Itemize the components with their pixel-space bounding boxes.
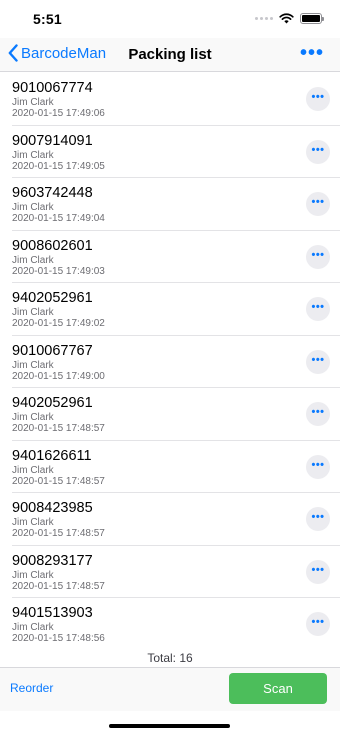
item-timestamp: 2020-01-15 17:49:03 (12, 265, 105, 277)
item-more-button[interactable]: ••• (306, 139, 330, 164)
item-barcode: 9010067774 (12, 80, 93, 96)
item-user: Jim Clark (12, 464, 54, 476)
item-more-button[interactable]: ••• (306, 454, 330, 479)
item-timestamp: 2020-01-15 17:48:57 (12, 580, 105, 592)
back-button-label: BarcodeMan (21, 44, 107, 62)
list-item[interactable]: 9008423985 Jim Clark 2020-01-15 17:48:57 ••… (12, 493, 340, 546)
item-timestamp: 2020-01-15 17:49:00 (12, 370, 105, 382)
item-barcode: 9401626611 (12, 447, 92, 464)
status-icons (255, 13, 324, 24)
item-more-button[interactable]: ••• (306, 507, 330, 531)
more-horizontal-icon: ••• (311, 248, 325, 261)
item-timestamp: 2020-01-15 17:49:02 (12, 318, 105, 329)
more-horizontal-icon: ••• (311, 406, 325, 418)
chevron-left-icon (8, 44, 18, 62)
status-bar: 5:51 (0, 0, 340, 38)
home-indicator (109, 724, 230, 728)
list-item[interactable]: 9401513903 Jim Clark 2020-01-15 17:48:56 ••… (12, 598, 340, 651)
item-barcode: 9008293177 (12, 552, 93, 569)
status-time: 5:51 (33, 11, 62, 27)
battery-icon (300, 13, 324, 24)
item-timestamp: 2020-01-15 17:48:57 (12, 423, 105, 434)
item-more-button[interactable]: ••• (306, 349, 330, 374)
item-barcode: 9010067767 (12, 342, 93, 359)
item-user: Jim Clark (12, 97, 54, 108)
item-more-button[interactable]: ••• (306, 559, 330, 584)
signal-icon (255, 17, 273, 20)
navigation-bar: BarcodeMan Packing list ••• (0, 38, 340, 72)
list-item[interactable]: 9010067774 Jim Clark 2020-01-15 17:49:06 ••… (12, 73, 340, 126)
item-user: Jim Clark (12, 254, 54, 266)
item-barcode: 9401513903 (12, 605, 93, 621)
more-horizontal-icon: ••• (311, 91, 325, 103)
list-item[interactable]: 9402052961 Jim Clark 2020-01-15 17:49:02 ••… (12, 283, 340, 336)
total-count: Total: 16 (147, 651, 193, 665)
more-horizontal-icon: ••• (311, 616, 325, 628)
list-item[interactable]: 9401626611 Jim Clark 2020-01-15 17:48:57 ••… (12, 441, 340, 493)
more-horizontal-icon: ••• (311, 143, 325, 156)
list-item[interactable]: 9008602601 Jim Clark 2020-01-15 17:49:03 ••… (12, 231, 340, 283)
item-barcode: 9007914091 (12, 132, 93, 149)
packing-list: 9010067774 Jim Clark 2020-01-15 17:49:06 ••… (0, 73, 340, 651)
item-more-button[interactable]: ••• (306, 244, 330, 269)
item-user: Jim Clark (12, 149, 54, 161)
item-user: Jim Clark (12, 202, 54, 213)
item-timestamp: 2020-01-15 17:48:57 (12, 475, 105, 487)
item-more-button[interactable]: ••• (306, 402, 330, 426)
more-horizontal-icon: ••• (311, 301, 325, 313)
item-user: Jim Clark (12, 517, 54, 528)
list-item[interactable]: 9402052961 Jim Clark 2020-01-15 17:48:57 ••… (12, 388, 340, 441)
reorder-button[interactable]: Reorder (10, 681, 53, 695)
item-more-button[interactable]: ••• (306, 192, 330, 216)
more-horizontal-icon: ••• (311, 563, 325, 576)
item-more-button[interactable]: ••• (306, 87, 330, 111)
item-timestamp: 2020-01-15 17:49:05 (12, 160, 105, 172)
item-timestamp: 2020-01-15 17:49:04 (12, 213, 105, 224)
item-user: Jim Clark (12, 412, 54, 423)
item-barcode: 9008423985 (12, 500, 93, 516)
item-timestamp: 2020-01-15 17:48:56 (12, 633, 105, 644)
more-horizontal-icon: ••• (311, 458, 325, 471)
more-horizontal-icon: ••• (311, 196, 325, 208)
more-options-button[interactable]: ••• (300, 43, 324, 63)
item-more-button[interactable]: ••• (306, 297, 330, 321)
wifi-icon (279, 13, 294, 24)
item-barcode: 9008602601 (12, 237, 93, 254)
more-horizontal-icon: ••• (299, 42, 324, 64)
item-user: Jim Clark (12, 307, 54, 318)
bottom-toolbar: Reorder Scan (0, 667, 340, 711)
item-timestamp: 2020-01-15 17:48:57 (12, 528, 105, 539)
item-more-button[interactable]: ••• (306, 612, 330, 636)
item-user: Jim Clark (12, 359, 54, 371)
item-barcode: 9402052961 (12, 395, 93, 411)
list-item[interactable]: 9010067767 Jim Clark 2020-01-15 17:49:00 ••… (12, 336, 340, 388)
more-horizontal-icon: ••• (311, 511, 325, 523)
list-item[interactable]: 9603742448 Jim Clark 2020-01-15 17:49:04 ••… (12, 178, 340, 231)
item-user: Jim Clark (12, 569, 54, 581)
list-item[interactable]: 9008293177 Jim Clark 2020-01-15 17:48:57 ••… (12, 546, 340, 598)
item-user: Jim Clark (12, 622, 54, 633)
item-timestamp: 2020-01-15 17:49:06 (12, 108, 105, 119)
list-item[interactable]: 9007914091 Jim Clark 2020-01-15 17:49:05 ••… (12, 126, 340, 178)
scan-button[interactable]: Scan (229, 673, 327, 704)
item-barcode: 9402052961 (12, 290, 93, 306)
item-barcode: 9603742448 (12, 185, 93, 201)
more-horizontal-icon: ••• (311, 353, 325, 366)
back-button[interactable]: BarcodeMan (8, 44, 106, 62)
